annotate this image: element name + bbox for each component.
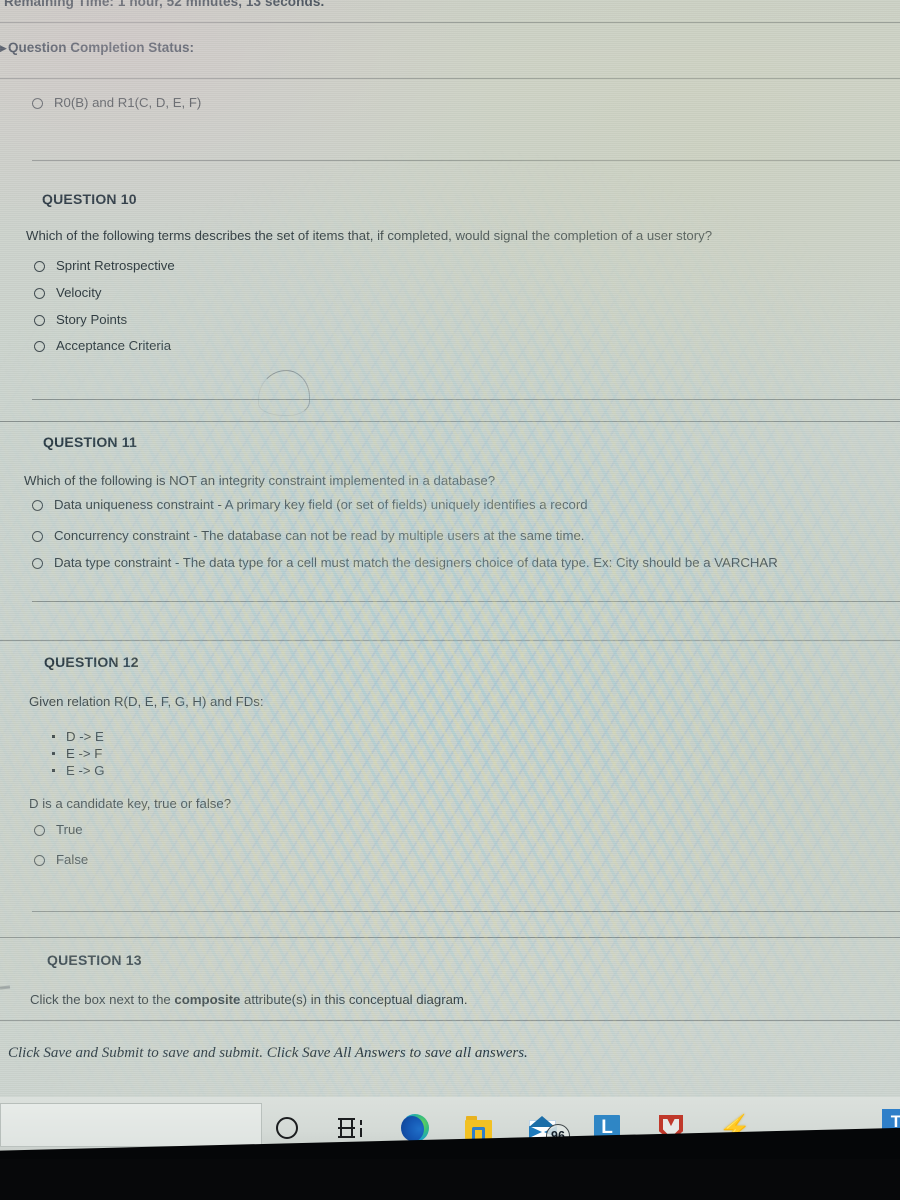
- option-label: True: [56, 822, 83, 837]
- question-13-prompt: Click the box next to the composite attr…: [30, 992, 468, 1007]
- divider-before-q10: [32, 160, 900, 161]
- fd-item: E -> G: [48, 762, 104, 779]
- question-10-prompt: Which of the following terms describes t…: [26, 228, 713, 243]
- q10-option-3[interactable]: Story Points: [34, 312, 127, 327]
- radio-icon[interactable]: [34, 315, 45, 326]
- edge-icon: [401, 1114, 429, 1142]
- taskbar-search-box[interactable]: [0, 1103, 262, 1147]
- option-label: Acceptance Criteria: [56, 338, 172, 353]
- question-12-prompt: Given relation R(D, E, F, G, H) and FDs:: [29, 694, 264, 709]
- radio-icon[interactable]: [34, 855, 45, 866]
- lastpass-icon: L: [594, 1115, 620, 1141]
- option-label: Data uniqueness constraint - A primary k…: [54, 497, 588, 512]
- folder-icon: [464, 1116, 494, 1140]
- taskbar-active-indicator: [868, 1142, 900, 1145]
- photographed-screen: Remaining Time: 1 hour, 52 minutes, 13 s…: [0, 0, 900, 1200]
- q13-prompt-bold: composite: [174, 992, 241, 1007]
- fd-item: E -> F: [48, 745, 104, 762]
- lastpass-button[interactable]: L: [592, 1113, 622, 1143]
- completion-status-arrow-icon: ▶: [0, 43, 7, 53]
- question-11-number: QUESTION 11: [43, 434, 138, 450]
- question-10-number: QUESTION 10: [42, 191, 137, 207]
- screen-smudge-artifact: [258, 370, 310, 416]
- divider-before-q13: [0, 937, 900, 938]
- question-12-sub-prompt: D is a candidate key, true or false?: [29, 796, 232, 811]
- edge-button[interactable]: [400, 1113, 430, 1143]
- divider-top: [0, 22, 900, 23]
- question-11-prompt: Which of the following is NOT an integri…: [24, 473, 496, 488]
- mcafee-button[interactable]: [656, 1113, 686, 1143]
- radio-icon[interactable]: [34, 825, 45, 836]
- task-view-button[interactable]: [336, 1113, 366, 1143]
- option-label: False: [56, 852, 89, 867]
- q10-option-1[interactable]: Sprint Retrospective: [34, 258, 175, 273]
- teams-app-icon[interactable]: T: [882, 1109, 900, 1135]
- option-label: Story Points: [56, 312, 128, 327]
- q11-option-2[interactable]: Concurrency constraint - The database ca…: [32, 528, 584, 543]
- divider-after-q13: [0, 1020, 900, 1021]
- q10-option-2[interactable]: Velocity: [34, 285, 101, 300]
- option-label: R0(B) and R1(C, D, E, F): [54, 95, 202, 110]
- radio-icon[interactable]: [32, 531, 43, 542]
- remaining-time-label: Remaining Time: 1 hour, 52 minutes, 13 s…: [4, 0, 325, 9]
- blackboard-exam-page: Remaining Time: 1 hour, 52 minutes, 13 s…: [0, 0, 900, 1097]
- q13-prompt-before: Click the box next to the: [30, 992, 175, 1007]
- bolt-app-button[interactable]: ⚡: [717, 1113, 753, 1143]
- option-label: Sprint Retrospective: [56, 258, 175, 273]
- mail-envelope-icon: 96: [528, 1116, 570, 1148]
- cortana-circle-icon: [276, 1117, 298, 1139]
- divider-before-q12: [0, 640, 900, 641]
- q13-prompt-after: attribute(s) in this conceptual diagram.: [240, 992, 468, 1007]
- option-label: Velocity: [56, 285, 102, 300]
- divider-after-q12: [32, 911, 900, 912]
- monitor-bezel: [0, 1159, 900, 1200]
- q12-option-false[interactable]: False: [34, 852, 88, 867]
- q12-option-true[interactable]: True: [34, 822, 83, 837]
- question-completion-status-label: Question Completion Status:: [8, 40, 195, 55]
- taskbar-icon-group: 96 L ⚡: [272, 1097, 753, 1159]
- screen-dust-artifact: [0, 985, 11, 990]
- divider-before-q11: [0, 421, 900, 422]
- divider-after-q11: [32, 601, 900, 602]
- option-label: Data type constraint - The data type for…: [54, 555, 778, 570]
- question-12-fd-list: D -> E E -> F E -> G: [48, 728, 104, 779]
- mail-unread-badge: 96: [546, 1124, 570, 1148]
- divider-after-q10: [32, 399, 900, 400]
- question-12-number: QUESTION 12: [44, 654, 139, 670]
- option-r0-r1[interactable]: R0(B) and R1(C, D, E, F): [32, 95, 201, 110]
- radio-icon[interactable]: [32, 98, 43, 109]
- radio-icon[interactable]: [32, 558, 43, 569]
- radio-icon[interactable]: [34, 261, 45, 272]
- mail-button[interactable]: 96: [528, 1113, 570, 1148]
- divider-after-status: [0, 78, 900, 79]
- question-13-number: QUESTION 13: [47, 952, 142, 968]
- fd-item: D -> E: [48, 728, 104, 745]
- mcafee-shield-icon: [659, 1114, 683, 1142]
- save-submit-note: Click Save and Submit to save and submit…: [8, 1045, 528, 1061]
- cortana-button[interactable]: [272, 1113, 302, 1143]
- exam-content: Remaining Time: 1 hour, 52 minutes, 13 s…: [0, 0, 900, 1097]
- windows-taskbar: 96 L ⚡ T: [0, 1097, 900, 1159]
- q11-option-3[interactable]: Data type constraint - The data type for…: [32, 555, 778, 570]
- radio-icon[interactable]: [34, 288, 45, 299]
- q10-option-4[interactable]: Acceptance Criteria: [34, 338, 171, 353]
- q11-option-1[interactable]: Data uniqueness constraint - A primary k…: [32, 497, 588, 512]
- file-explorer-button[interactable]: [464, 1113, 494, 1143]
- radio-icon[interactable]: [32, 500, 43, 511]
- lightning-bolt-icon: ⚡: [717, 1113, 753, 1143]
- radio-icon[interactable]: [34, 341, 45, 352]
- task-view-icon: [338, 1117, 364, 1139]
- option-label: Concurrency constraint - The database ca…: [54, 528, 585, 543]
